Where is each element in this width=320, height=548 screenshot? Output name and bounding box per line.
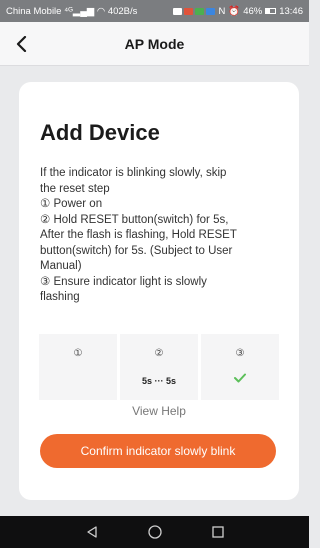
app-icon-2: [206, 7, 216, 15]
instruction-line: Manual): [40, 260, 82, 272]
nfc-icon: N: [218, 5, 226, 17]
instruction-line: After the flash is flashing, Hold RESET: [40, 229, 237, 241]
battery-percent: 46%: [243, 5, 263, 17]
title-bar: AP Mode: [0, 22, 309, 66]
step-3-panel: ③: [201, 334, 279, 400]
confirm-blink-button[interactable]: Confirm indicator slowly blink: [40, 434, 276, 468]
mail-icon: [173, 7, 183, 15]
square-recents-icon: [211, 526, 224, 538]
nav-back-button[interactable]: [82, 522, 102, 542]
step-2-number: ②: [154, 348, 164, 359]
chat-icon: [195, 7, 205, 15]
clock: 13:46: [279, 5, 303, 17]
instruction-line: ① Power on: [40, 198, 103, 210]
signal-icon: ⁴ᴳ▂▄▆: [64, 5, 95, 17]
page-title: AP Mode: [124, 36, 185, 52]
triangle-back-icon: [86, 526, 97, 538]
instruction-line: flashing: [40, 291, 80, 303]
battery-icon: [265, 8, 277, 14]
instruction-line: button(switch) for 5s. (Subject to User: [40, 244, 233, 257]
carrier-name: China Mobile: [6, 5, 62, 17]
instruction-line: the reset step: [40, 182, 110, 195]
step-1-panel: ①: [39, 334, 117, 400]
instruction-line: ③ Ensure indicator light is slowly: [40, 275, 207, 288]
nav-recents-button[interactable]: [208, 522, 228, 542]
wifi-icon: ◠: [96, 5, 106, 17]
status-bar: China Mobile ⁴ᴳ▂▄▆ ◠ 402B/s N ⏰ 46% 13:4…: [0, 0, 309, 22]
step-2-timing: 5s ··· 5s: [141, 376, 176, 386]
instructions-text: If the indicator is blinking slowly, ski…: [40, 166, 290, 306]
instruction-line: If the indicator is blinking slowly, ski…: [40, 167, 227, 179]
nav-home-button[interactable]: [145, 522, 165, 542]
network-speed: 402B/s: [107, 5, 138, 17]
circle-home-icon: [147, 525, 162, 539]
carrier-text: China Mobile ⁴ᴳ▂▄▆ ◠ 402B/s: [6, 6, 170, 17]
step-illustrations: ① ② 5s ··· 5s ③: [39, 334, 279, 400]
instruction-line: ② Hold RESET button(switch) for 5s,: [40, 213, 229, 226]
system-nav-bar: [0, 516, 309, 548]
notification-icons: [173, 7, 216, 15]
check-icon: [201, 372, 279, 384]
add-device-card: Add Device If the indicator is blinking …: [19, 82, 299, 500]
step-2-panel: ② 5s ··· 5s: [120, 334, 198, 400]
status-right: N ⏰ 46% 13:46: [218, 6, 303, 17]
step-1-number: ①: [73, 348, 83, 359]
step-3-number: ③: [235, 348, 245, 359]
card-title: Add Device: [40, 120, 160, 145]
app-icon: [184, 7, 194, 15]
alarm-icon: ⏰: [228, 5, 241, 17]
view-help-link[interactable]: View Help: [19, 404, 299, 418]
